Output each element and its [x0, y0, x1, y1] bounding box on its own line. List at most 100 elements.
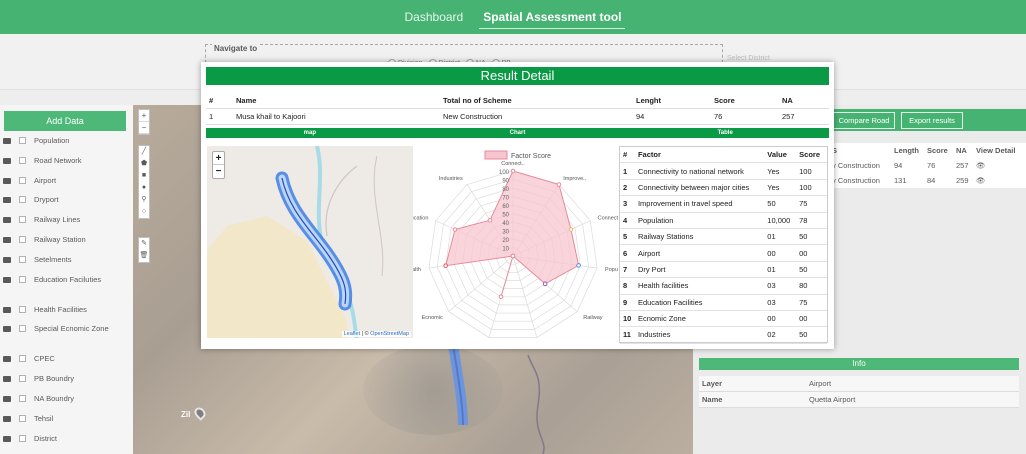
cell-value: Yes [767, 166, 780, 176]
tab-table[interactable]: Table [621, 128, 829, 138]
data-point [556, 182, 562, 187]
cell-score: 50 [799, 264, 808, 274]
cell-value: 03 [767, 281, 776, 291]
cell-num: 8 [623, 281, 628, 291]
tick-label: 40 [502, 221, 509, 227]
table-row: 1 Connectivity to national network Yes 100 [620, 163, 827, 180]
factor-table: # Factor Value Score 1 Connectivity to na… [619, 146, 828, 344]
table-row: 9 Education Facilities 03 75 [620, 295, 827, 311]
table-row: 11 Industries 02 50 [620, 327, 827, 344]
cell-num: 3 [623, 199, 628, 209]
table-header: # Factor Value Score [620, 147, 827, 164]
route-map-zoom: + − [212, 151, 225, 179]
data-point [510, 253, 516, 259]
tick-label: 50 [502, 213, 509, 219]
column-header: Score [799, 150, 820, 160]
cell-factor: Health facilities [637, 281, 689, 291]
cell-value: 01 [767, 264, 776, 274]
cell-num: 5 [623, 232, 628, 242]
leaflet-link[interactable]: Leaflet [344, 331, 361, 337]
tick-label: 10 [502, 247, 509, 253]
column-header: Lenght [636, 96, 661, 105]
column-header: Name [236, 96, 257, 105]
data-point [498, 294, 504, 300]
cell-score: 100 [799, 182, 812, 192]
cell-factor: Population [637, 215, 674, 225]
cell-num: 1 [623, 166, 628, 176]
table-row: 6 Airport 00 00 [620, 245, 827, 262]
cell-num: 4 [623, 215, 628, 225]
cell-value: Yes [767, 182, 780, 192]
column-header: # [209, 96, 214, 105]
attribution-separator: | © [360, 331, 371, 337]
cell-score: 78 [799, 215, 808, 225]
cell-factor: Railway Stations [637, 232, 694, 242]
factor-score-chart: Factor Score 10 20 30 40 50 60 70 80 90 100 Connect… [413, 146, 618, 342]
cell-factor: Improvement in travel speed [637, 199, 733, 209]
cell-num: 11 [623, 330, 631, 340]
cell-num: 6 [623, 248, 628, 258]
zoom-out-button[interactable]: − [213, 165, 224, 178]
data-point [510, 168, 516, 174]
data-point [576, 263, 581, 268]
radar-chart-svg: Factor Score 10 20 30 40 50 60 70 80 90 100 Connect… [413, 150, 618, 338]
tab-chart[interactable]: Chart [414, 128, 622, 138]
column-header: Factor [637, 150, 661, 160]
result-detail-modal: Result Detail # Name Total no of Scheme … [201, 62, 834, 349]
tick-label: 80 [502, 187, 509, 193]
tick-label: 30 [502, 230, 509, 236]
route-map[interactable]: + − Leaflet | © OpenStreetMap [207, 146, 413, 338]
column-header: NA [782, 96, 793, 105]
category-label: Industries [439, 176, 463, 182]
cell-scheme: New Construction [443, 112, 503, 121]
category-label: Connect.. [501, 161, 525, 167]
cell-factor: Dry Port [637, 264, 666, 274]
summary-table: # Name Total no of Scheme Lenght Score N… [206, 93, 829, 125]
cell-value: 50 [767, 199, 776, 209]
route-map-canvas [207, 146, 384, 338]
cell-value: 01 [767, 232, 776, 242]
column-header: Score [714, 96, 735, 105]
table-row: 1 Musa khail to Kajoori New Construction… [206, 109, 829, 125]
data-point [452, 227, 458, 232]
cell-value: 00 [767, 314, 776, 324]
cell-factor: Education Facilities [637, 297, 703, 307]
category-label: Ecnomic [422, 315, 443, 321]
cell-factor: Industries [637, 330, 671, 340]
table-row: 4 Population 10,000 78 [620, 213, 827, 229]
tick-label: 90 [502, 179, 509, 185]
osm-link[interactable]: OpenStreetMap [370, 331, 409, 337]
cell-value: 03 [767, 297, 776, 307]
cell-num: 9 [623, 297, 628, 307]
tab-map[interactable]: map [206, 128, 414, 138]
tick-label: 70 [502, 196, 509, 202]
tick-label: 60 [502, 204, 509, 210]
table-row: 10 Ecnomic Zone 00 00 [620, 311, 827, 328]
table-row: 8 Health facilities 03 80 [620, 278, 827, 295]
cell-value: 00 [767, 248, 776, 258]
cell-length: 94 [636, 112, 645, 121]
cell-score: 50 [799, 330, 808, 340]
column-header: # [623, 150, 628, 160]
category-label: Population [605, 267, 618, 273]
cell-score: 50 [799, 232, 808, 242]
column-header: Value [767, 150, 787, 160]
category-label: Health [413, 267, 421, 273]
zoom-in-button[interactable]: + [213, 152, 224, 165]
modal-title: Result Detail [206, 67, 829, 85]
cell-value: 10,000 [767, 215, 791, 225]
column-header: Total no of Scheme [443, 96, 512, 105]
cell-factor: Airport [637, 248, 661, 258]
map-attribution: Leaflet | © OpenStreetMap [341, 331, 411, 337]
table-row: 7 Dry Port 01 50 [620, 262, 827, 279]
cell-na: 257 [782, 112, 795, 121]
category-label: Railway [583, 315, 603, 321]
cell-num: 7 [623, 264, 628, 274]
cell-num: 2 [623, 182, 628, 192]
legend-label: Factor Score [511, 153, 551, 160]
data-point [568, 227, 574, 232]
cell-score: 00 [799, 248, 808, 258]
cell-score: 00 [799, 314, 808, 324]
data-point [487, 217, 493, 223]
section-tabs: map Chart Table [206, 128, 829, 138]
